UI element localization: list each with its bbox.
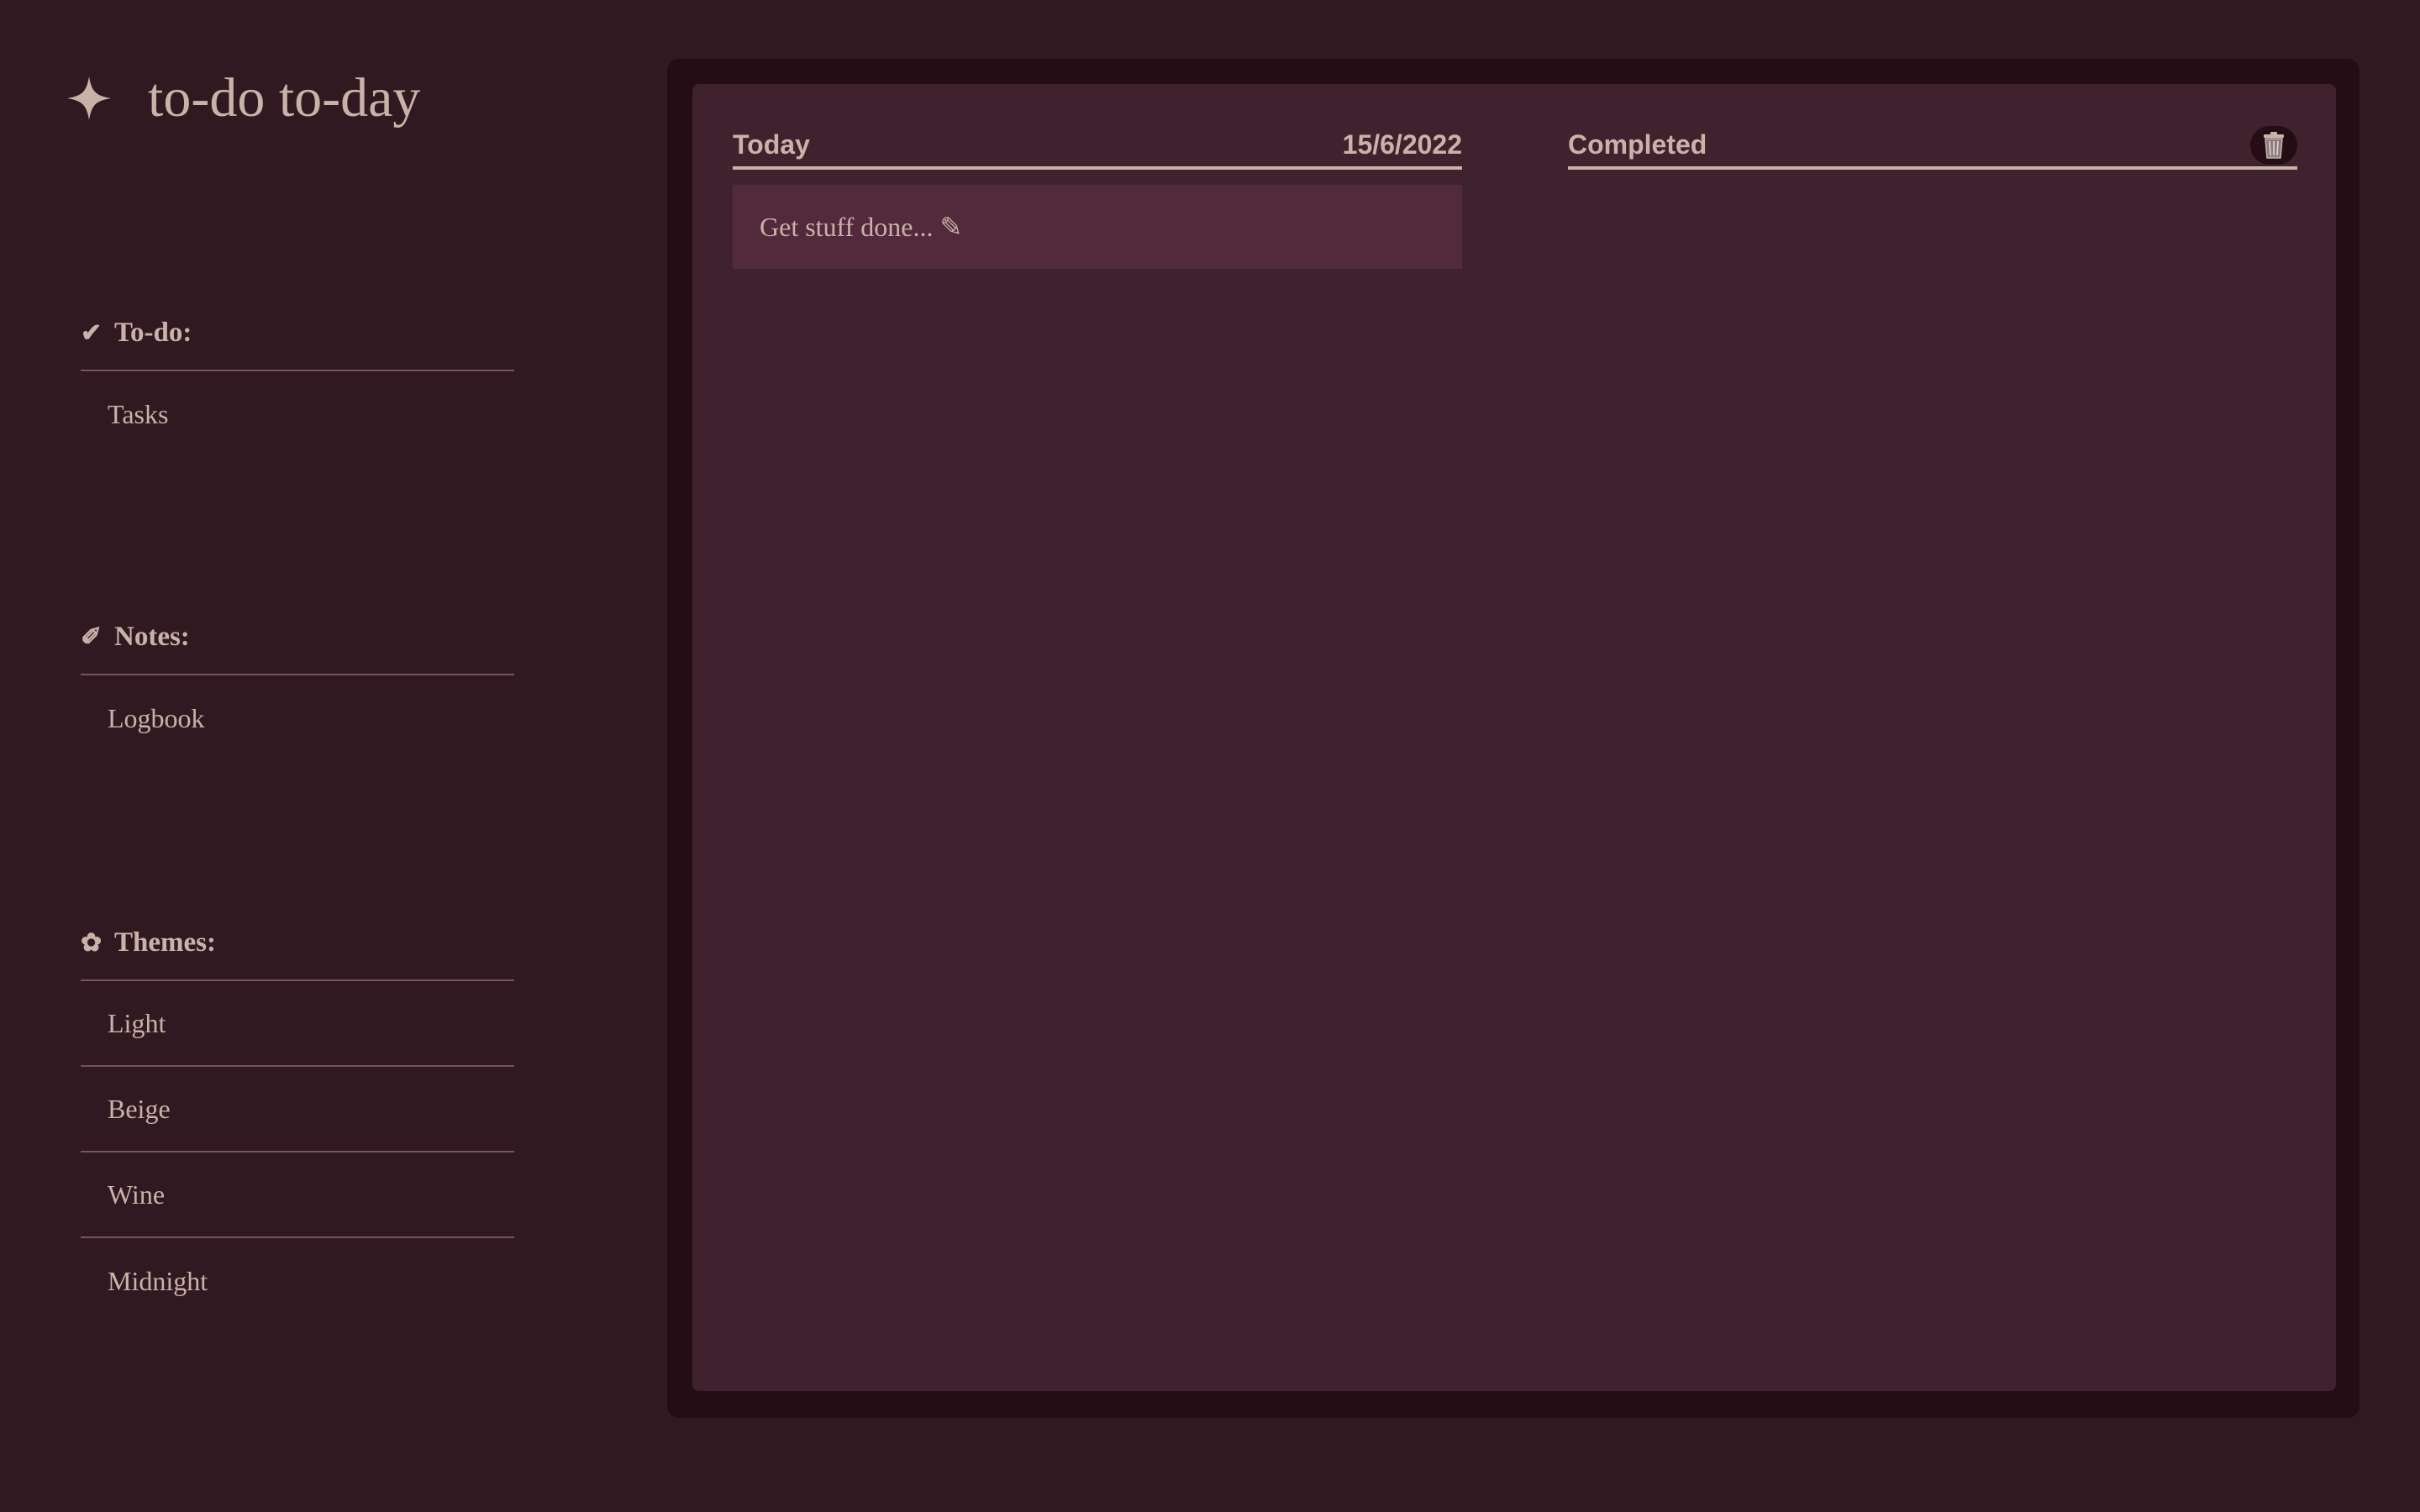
todo-section-header: ✔ To-do:	[81, 296, 514, 371]
app-brand: to-do to-day	[66, 60, 420, 136]
themes-section-header: ✿ Themes:	[81, 906, 514, 981]
sidebar-item-logbook[interactable]: Logbook	[81, 675, 514, 761]
todo-section-label: To-do:	[114, 317, 192, 348]
trash-can-icon	[2264, 132, 2284, 159]
main-panel-content: Today 15/6/2022 Get stuff done... ✎ Comp…	[692, 84, 2336, 1391]
todo-section: ✔ To-do: Tasks	[81, 296, 514, 457]
today-heading: Today	[733, 129, 810, 160]
theme-option-light[interactable]: Light	[81, 981, 514, 1067]
theme-option-midnight[interactable]: Midnight	[81, 1238, 514, 1324]
themes-section: ✿ Themes: Light Beige Wine Midnight	[81, 906, 514, 1324]
checkmark-icon: ✔	[81, 318, 103, 347]
sidebar-item-tasks[interactable]: Tasks	[81, 371, 514, 457]
theme-option-beige[interactable]: Beige	[81, 1067, 514, 1152]
main-panel: Today 15/6/2022 Get stuff done... ✎ Comp…	[667, 59, 2360, 1418]
notes-section: ✐ Notes: Logbook	[81, 600, 514, 761]
four-point-star-icon	[67, 76, 111, 120]
notes-section-header: ✐ Notes:	[81, 600, 514, 675]
today-date: 15/6/2022	[1342, 129, 1462, 160]
completed-heading: Completed	[1568, 129, 1707, 160]
new-task-input[interactable]: Get stuff done... ✎	[733, 185, 1462, 269]
flower-icon: ✿	[81, 928, 103, 957]
themes-section-label: Themes:	[114, 927, 216, 958]
today-header: Today 15/6/2022	[733, 123, 1462, 170]
pencil-icon: ✐	[81, 622, 103, 651]
completed-header: Completed	[1568, 123, 2297, 170]
notes-section-label: Notes:	[114, 621, 190, 652]
clear-completed-button[interactable]	[2250, 126, 2297, 165]
app-title: to-do to-day	[148, 67, 421, 129]
theme-option-wine[interactable]: Wine	[81, 1152, 514, 1238]
